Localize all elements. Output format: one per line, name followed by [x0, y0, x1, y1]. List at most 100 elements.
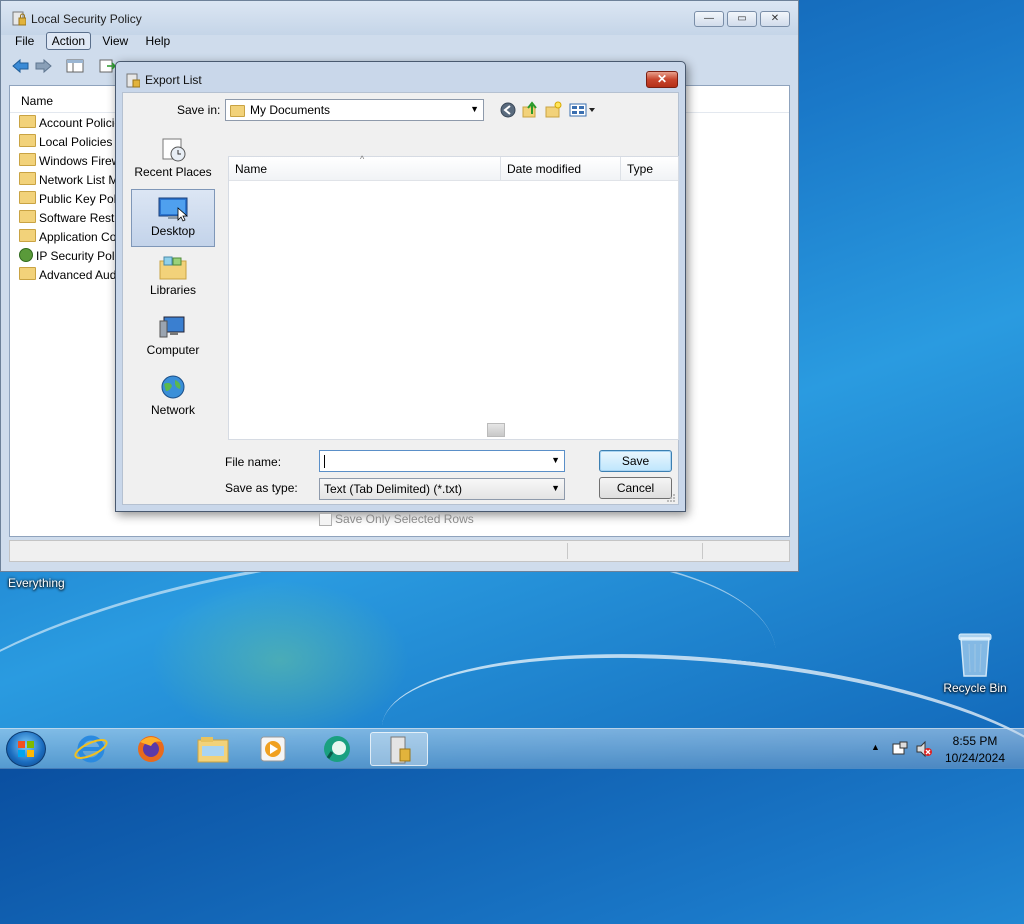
recycle-bin-icon — [958, 633, 992, 677]
show-hidden-icons-chevron-icon[interactable]: ▲ — [871, 742, 880, 752]
up-one-level-icon[interactable] — [521, 101, 539, 119]
resize-grip-icon[interactable] — [666, 493, 676, 503]
file-list[interactable]: Name ^ Date modified Type — [228, 154, 679, 440]
place-desktop[interactable]: Desktop — [131, 189, 215, 247]
network-globe-icon — [161, 375, 185, 399]
menu-view[interactable]: View — [96, 32, 134, 50]
column-date-modified[interactable]: Date modified — [507, 162, 581, 176]
computer-icon — [159, 316, 185, 338]
clock-date: 10/24/2024 — [944, 751, 1006, 765]
tree-item-application-control[interactable]: Application Co — [19, 229, 116, 247]
security-policy-icon — [390, 736, 411, 764]
tree-item-network-list-manager[interactable]: Network List M — [19, 172, 118, 190]
tree-item-label: Local Policies — [39, 134, 113, 149]
tree-item-software-restriction[interactable]: Software Restri — [19, 210, 121, 228]
forward-arrow-icon[interactable] — [33, 57, 53, 75]
status-divider — [702, 543, 703, 559]
scrollbar-grip[interactable] — [487, 423, 505, 437]
tree-item-public-key-policies[interactable]: Public Key Poli — [19, 191, 119, 209]
tree-item-label: Account Policie — [39, 115, 122, 130]
save-button[interactable]: Save — [599, 450, 672, 472]
tree-item-label: Windows Firew — [39, 153, 121, 168]
file-name-label: File name: — [225, 455, 282, 469]
cancel-button[interactable]: Cancel — [599, 477, 672, 499]
wallpaper-glow — [150, 580, 410, 740]
place-recent-places[interactable]: Recent Places — [131, 131, 215, 189]
tree-item-local-policies[interactable]: Local Policies — [19, 134, 112, 152]
clock[interactable]: 8:55 PM 10/24/2024 — [940, 733, 1010, 767]
taskbar-media-player[interactable] — [246, 732, 300, 766]
save-in-dropdown[interactable]: My Documents ▼ — [225, 99, 484, 121]
folder-icon — [19, 172, 36, 186]
tree-item-label: Advanced Aud — [39, 267, 117, 282]
file-name-input[interactable]: ▼ — [319, 450, 565, 472]
show-hide-tree-icon[interactable] — [65, 57, 85, 75]
export-list-icon[interactable] — [97, 57, 117, 75]
place-libraries[interactable]: Libraries — [131, 249, 215, 307]
save-as-type-dropdown[interactable]: Text (Tab Delimited) (*.txt) ▼ — [319, 478, 565, 500]
chevron-down-icon[interactable]: ▼ — [551, 455, 560, 465]
tree-item-label: IP Security Poli — [36, 248, 118, 263]
folder-icon — [19, 229, 36, 243]
green-app-icon — [324, 736, 350, 762]
desktop-icon-recycle-bin[interactable]: Recycle Bin — [940, 630, 1010, 695]
place-label: Network — [150, 403, 195, 417]
minimize-button[interactable]: — — [694, 11, 724, 27]
status-bar — [9, 540, 790, 562]
folder-icon — [197, 737, 229, 763]
security-policy-icon — [126, 73, 140, 88]
column-name[interactable]: Name — [235, 162, 267, 176]
place-label: Computer — [146, 343, 200, 357]
security-policy-icon — [12, 11, 26, 26]
menu-action[interactable]: Action — [45, 32, 92, 50]
chevron-down-icon: ▼ — [470, 104, 479, 114]
media-player-icon — [260, 736, 286, 762]
tree-item-label: Public Key Poli — [39, 191, 120, 206]
volume-muted-icon[interactable] — [915, 740, 933, 758]
tree-item-advanced-audit[interactable]: Advanced Aud — [19, 267, 116, 285]
text-caret — [324, 455, 325, 468]
tree-item-ip-security-policies[interactable]: IP Security Poli — [19, 247, 118, 266]
save-only-selected-label: Save Only Selected Rows — [335, 512, 474, 526]
new-folder-icon[interactable] — [544, 101, 562, 119]
column-separator[interactable] — [620, 157, 621, 180]
status-divider — [567, 543, 568, 559]
view-menu-icon[interactable] — [569, 102, 597, 118]
column-type[interactable]: Type — [627, 162, 653, 176]
recent-places-icon — [162, 138, 186, 162]
title-bar[interactable]: Local Security Policy — ▭ ✕ — [1, 1, 798, 35]
back-arrow-icon[interactable] — [11, 57, 31, 75]
sort-ascending-icon: ^ — [360, 154, 365, 164]
folder-icon — [230, 105, 245, 117]
back-icon[interactable] — [500, 102, 516, 118]
close-button[interactable]: ✕ — [760, 11, 790, 27]
desktop-icon-label: Everything — [8, 576, 65, 590]
menu-file[interactable]: File — [9, 32, 40, 50]
folder-icon — [19, 191, 36, 205]
menu-help[interactable]: Help — [140, 32, 177, 50]
start-button[interactable] — [6, 731, 46, 767]
save-only-selected-checkbox[interactable] — [319, 513, 332, 526]
action-center-icon[interactable] — [891, 740, 909, 758]
desktop-icon-label: Recycle Bin — [943, 681, 1007, 695]
save-as-type-value: Text (Tab Delimited) (*.txt) — [324, 482, 463, 496]
taskbar-local-security-policy[interactable] — [370, 732, 428, 766]
windows-logo-icon — [18, 741, 34, 757]
tree-item-account-policies[interactable]: Account Policie — [19, 115, 121, 133]
libraries-icon — [159, 256, 187, 280]
dialog-close-button[interactable]: ✕ — [646, 71, 678, 88]
save-as-type-label: Save as type: — [225, 481, 298, 495]
taskbar-app-green-circle[interactable] — [310, 732, 364, 766]
taskbar-windows-explorer[interactable] — [186, 732, 240, 766]
column-separator[interactable] — [500, 157, 501, 180]
taskbar-internet-explorer[interactable] — [64, 732, 118, 766]
desktop-icon-everything[interactable]: Everything — [8, 576, 72, 590]
folder-lock-icon — [19, 115, 36, 129]
taskbar-firefox[interactable] — [124, 732, 178, 766]
dialog-title: Export List — [145, 73, 202, 87]
place-network[interactable]: Network — [131, 369, 215, 427]
place-computer[interactable]: Computer — [131, 309, 215, 367]
maximize-button[interactable]: ▭ — [727, 11, 757, 27]
tree-item-windows-firewall[interactable]: Windows Firew — [19, 153, 120, 171]
place-label: Libraries — [149, 283, 197, 297]
